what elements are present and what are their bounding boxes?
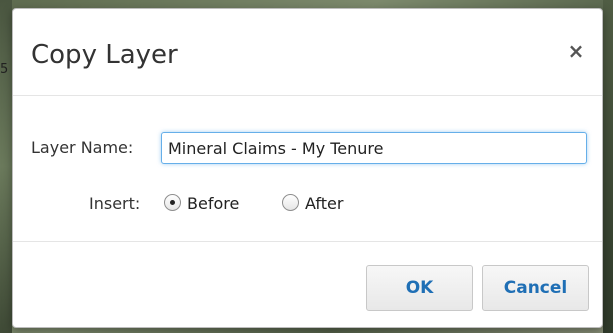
ok-button[interactable]: OK <box>366 265 473 311</box>
insert-after-label[interactable]: After <box>305 194 343 213</box>
map-edge-text: 5 <box>0 62 9 77</box>
dialog-footer: OK Cancel <box>13 241 602 327</box>
map-edge-right <box>603 0 613 333</box>
layer-name-label: Layer Name: <box>31 138 134 157</box>
dialog-header: Copy Layer × <box>13 9 602 96</box>
insert-row: Insert: Before After <box>13 192 602 216</box>
insert-before-radio[interactable] <box>164 194 181 211</box>
insert-after-radio[interactable] <box>282 194 299 211</box>
dialog-body: Layer Name: Insert: Before After <box>13 96 602 241</box>
insert-label: Insert: <box>89 194 141 213</box>
cancel-button[interactable]: Cancel <box>482 265 589 311</box>
map-edge-left <box>0 0 12 333</box>
layer-name-row: Layer Name: <box>13 132 602 164</box>
insert-before-label[interactable]: Before <box>187 194 239 213</box>
layer-name-input[interactable] <box>161 132 587 164</box>
dialog-title: Copy Layer <box>31 40 178 70</box>
close-icon[interactable]: × <box>566 41 586 61</box>
copy-layer-dialog: Copy Layer × Layer Name: Insert: Before … <box>12 8 603 328</box>
